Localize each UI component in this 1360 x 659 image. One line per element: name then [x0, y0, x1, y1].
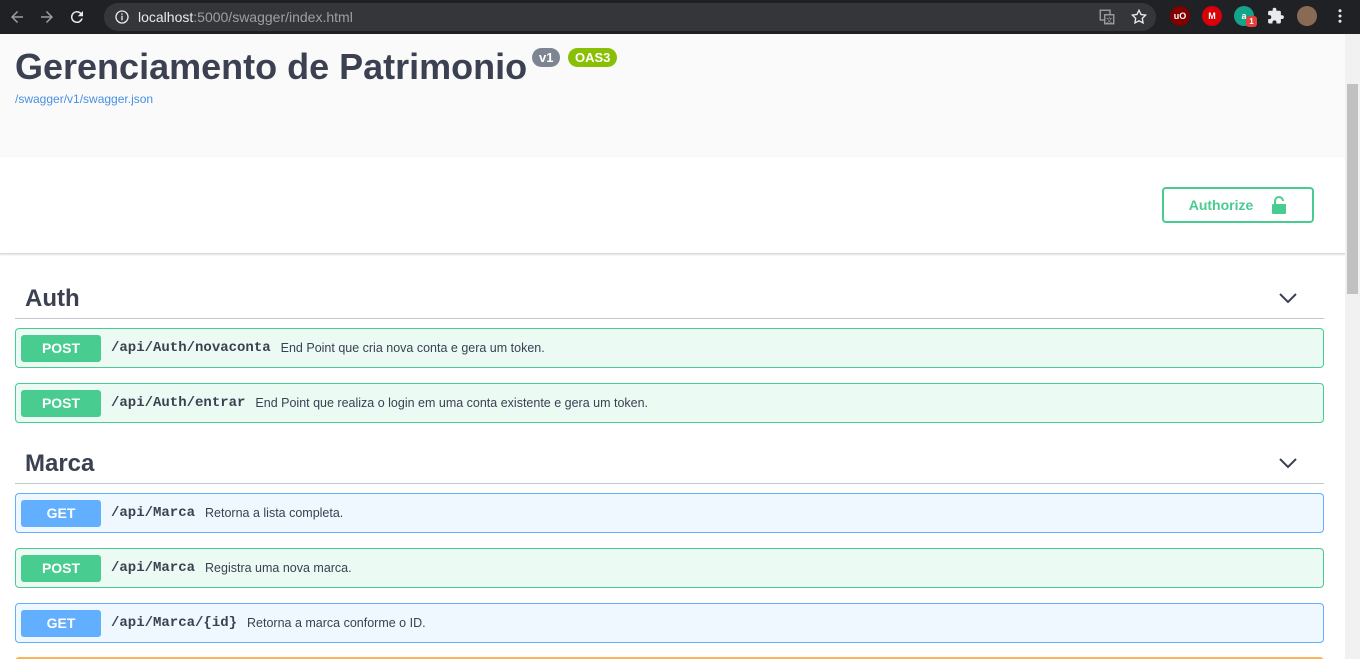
info-icon[interactable] — [114, 9, 130, 25]
operation-post-entrar[interactable]: POST /api/Auth/entrar End Point que real… — [15, 383, 1324, 423]
authorize-button[interactable]: Authorize — [1162, 187, 1314, 223]
svg-text:文: 文 — [1106, 15, 1113, 24]
chevron-down-icon[interactable] — [1278, 291, 1298, 305]
puzzle-extensions-icon[interactable] — [1266, 6, 1286, 26]
operation-summary: End Point que cria nova conta e gera um … — [280, 341, 545, 355]
menu-kebab-icon[interactable] — [1330, 6, 1350, 26]
authorize-label: Authorize — [1188, 197, 1254, 213]
arrow-left-icon — [11, 11, 23, 23]
avatar[interactable] — [1297, 6, 1317, 26]
forward-button[interactable] — [34, 4, 60, 30]
tag-header-marca[interactable]: Marca — [15, 444, 1324, 484]
star-icon[interactable] — [1130, 8, 1148, 26]
arrow-right-icon — [41, 11, 53, 23]
method-badge: POST — [21, 334, 101, 362]
unlock-icon — [1272, 196, 1287, 214]
operation-get-marca[interactable]: GET /api/Marca Retorna a lista completa. — [15, 493, 1324, 533]
method-badge: POST — [21, 389, 101, 417]
back-button[interactable] — [4, 4, 30, 30]
swagger-page: Gerenciamento de Patrimonio v1 OAS3 /swa… — [0, 34, 1345, 659]
tag-header-auth[interactable]: Auth — [15, 279, 1324, 319]
operation-get-marca-id[interactable]: GET /api/Marca/{id} Retorna a marca conf… — [15, 603, 1324, 643]
operation-path: /api/Marca/{id} — [111, 615, 238, 631]
oas-badge: OAS3 — [568, 48, 618, 67]
address-bar[interactable]: localhost:5000/swagger/index.html 文 — [104, 3, 1156, 31]
url-text: localhost:5000/swagger/index.html — [138, 9, 353, 25]
url-host: localhost — [138, 9, 194, 25]
browser-toolbar: localhost:5000/swagger/index.html 文 uO M… — [0, 0, 1360, 34]
page-scrollbar[interactable] — [1345, 34, 1360, 659]
scheme-container: Authorize — [0, 157, 1345, 254]
operation-path: /api/Marca — [111, 505, 196, 521]
tag-title: Auth — [25, 284, 80, 312]
operation-summary: Retorna a marca conforme o ID. — [247, 616, 426, 630]
operation-summary: End Point que realiza o login em uma con… — [255, 396, 649, 410]
operation-path: /api/Auth/novaconta — [111, 340, 271, 356]
ublock-icon[interactable]: uO — [1170, 6, 1190, 26]
spec-json-link[interactable]: /swagger/v1/swagger.json — [15, 92, 153, 106]
method-badge: GET — [21, 499, 101, 527]
method-badge: GET — [21, 609, 101, 637]
mega-icon[interactable]: M — [1202, 6, 1222, 26]
method-badge: POST — [21, 554, 101, 582]
chevron-down-icon[interactable] — [1278, 456, 1298, 470]
operation-post-novaconta[interactable]: POST /api/Auth/novaconta End Point que c… — [15, 328, 1324, 368]
operation-path: /api/Auth/entrar — [111, 395, 246, 411]
operation-summary: Registra uma nova marca. — [205, 561, 352, 575]
operation-summary: Retorna a lista completa. — [205, 506, 344, 520]
notification-badge-icon: 1 — [1246, 16, 1257, 27]
tag-title: Marca — [25, 449, 95, 477]
scrollbar-thumb[interactable] — [1347, 84, 1358, 294]
page-title: Gerenciamento de Patrimonio — [15, 46, 528, 87]
reload-button[interactable] — [64, 4, 90, 30]
operation-path: /api/Marca — [111, 560, 196, 576]
info-section: Gerenciamento de Patrimonio v1 OAS3 /swa… — [0, 34, 1345, 157]
url-path: :5000/swagger/index.html — [193, 9, 353, 25]
reload-icon — [70, 11, 83, 24]
version-badge: v1 — [532, 48, 561, 67]
translate-icon[interactable]: 文 — [1098, 8, 1116, 26]
operation-post-marca[interactable]: POST /api/Marca Registra uma nova marca. — [15, 548, 1324, 588]
